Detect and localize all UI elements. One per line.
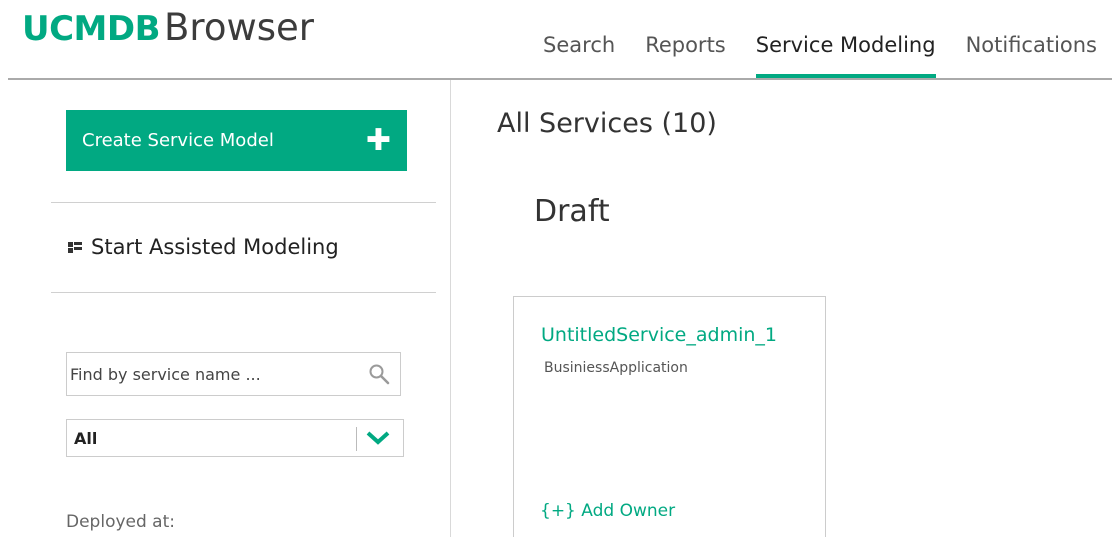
sidebar-divider bbox=[51, 292, 436, 293]
service-card[interactable]: UntitledService_admin_1 BusiniessApplica… bbox=[513, 296, 826, 537]
filter-selected-value: All bbox=[74, 429, 98, 448]
tab-search[interactable]: Search bbox=[528, 30, 630, 78]
sidebar-divider bbox=[51, 202, 436, 203]
tab-service-modeling[interactable]: Service Modeling bbox=[741, 30, 951, 78]
page-title: All Services (10) bbox=[497, 108, 717, 139]
service-name-link[interactable]: UntitledService_admin_1 bbox=[541, 324, 777, 346]
start-assisted-modeling-label: Start Assisted Modeling bbox=[91, 235, 339, 259]
main-content: All Services (10) Draft UntitledService_… bbox=[452, 80, 1112, 537]
search-icon[interactable] bbox=[368, 363, 390, 385]
header: UCMDB Browser Search Reports Service Mode… bbox=[0, 0, 1112, 80]
tab-notifications[interactable]: Notifications bbox=[951, 30, 1112, 78]
service-type: BusiniessApplication bbox=[544, 360, 688, 376]
service-filter-select[interactable]: All bbox=[66, 419, 404, 457]
section-title-draft: Draft bbox=[534, 194, 610, 229]
add-owner-link[interactable]: {+} Add Owner bbox=[540, 501, 675, 521]
grid-icon bbox=[68, 240, 82, 254]
service-search-input[interactable] bbox=[67, 353, 357, 395]
deployed-at-label: Deployed at: bbox=[66, 512, 175, 532]
logo-bold-text: UCMDB bbox=[22, 9, 161, 49]
main-nav: Search Reports Service Modeling Notifica… bbox=[528, 30, 1112, 78]
tab-reports[interactable]: Reports bbox=[630, 30, 741, 78]
plus-icon: ✚ bbox=[365, 122, 391, 158]
create-service-model-button[interactable]: Create Service Model ✚ bbox=[66, 110, 407, 171]
chevron-down-icon[interactable] bbox=[365, 429, 391, 447]
logo-light-text: Browser bbox=[164, 6, 314, 49]
select-separator bbox=[356, 427, 357, 451]
service-search-box bbox=[66, 352, 401, 396]
create-service-model-label: Create Service Model bbox=[82, 130, 274, 151]
app-logo: UCMDB Browser bbox=[22, 6, 314, 52]
start-assisted-modeling-link[interactable]: Start Assisted Modeling bbox=[68, 235, 339, 259]
sidebar: Create Service Model ✚ Start Assisted Mo… bbox=[0, 80, 451, 537]
